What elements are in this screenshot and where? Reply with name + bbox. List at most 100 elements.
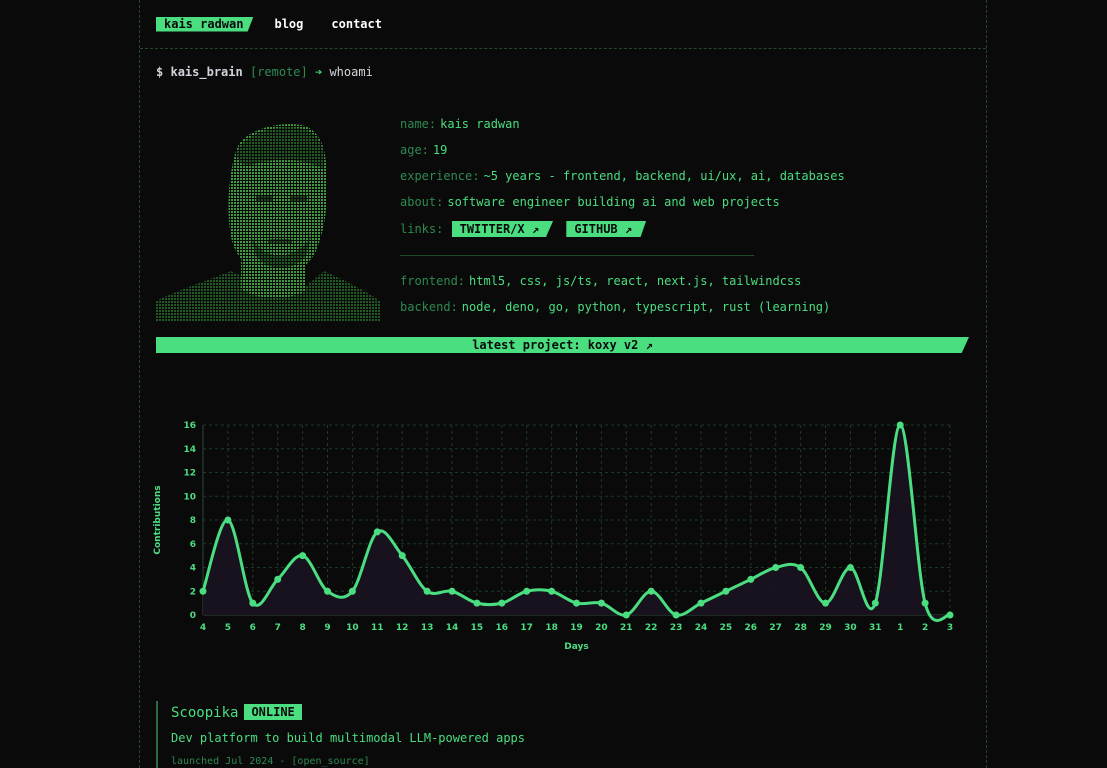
data-point [597,599,605,607]
x-tick-label: 13 [421,623,434,633]
x-tick-label: 16 [496,623,509,633]
project-description: Dev platform to build multimodal LLM-pow… [171,731,526,745]
x-tick-label: 3 [947,623,953,633]
y-tick-label: 8 [190,516,196,526]
x-tick-label: 14 [446,623,459,633]
x-tick-label: 2 [922,623,928,633]
prompt-symbol: $ [156,65,164,79]
x-tick-label: 9 [324,623,330,633]
info-links-row: links: TWITTER/X ↗ GITHUB ↗ [400,221,647,237]
nav-link-blog[interactable]: blog [274,17,303,31]
x-tick-label: 29 [819,623,832,633]
about-key: about: [400,195,444,209]
x-tick-label: 5 [225,623,231,633]
name-value: kais radwan [440,117,520,131]
x-tick-label: 8 [299,623,305,633]
x-tick-label: 22 [645,623,658,633]
data-point [822,599,829,607]
prompt-remote: [remote] [249,65,308,79]
data-point [921,599,929,607]
x-tick-label: 10 [346,623,359,633]
data-point [747,575,755,583]
x-tick-label: 17 [520,623,533,633]
name-key: name: [400,117,437,131]
arrow-icon: ➔ [314,65,323,79]
y-tick-label: 10 [183,492,196,502]
data-point [896,421,904,429]
x-tick-label: 4 [200,623,206,633]
ascii-portrait-image [156,124,380,321]
data-point [473,599,481,607]
x-tick-label: 15 [471,623,484,633]
y-tick-label: 16 [183,421,196,431]
backend-value: node, deno, go, python, typescript, rust… [461,300,831,314]
terminal-prompt: $ kais_brain [remote] ➔ whoami [156,65,373,79]
info-divider [400,255,754,256]
x-axis-label: Days [564,642,589,652]
x-tick-label: 27 [769,623,782,633]
data-point [448,587,456,595]
data-point [846,564,854,571]
x-tick-label: 1 [897,623,903,633]
about-value: software engineer building ai and web pr… [447,195,780,209]
data-point [348,587,356,595]
info-backend-row: backend: node, deno, go, python, typescri… [400,300,830,314]
brand-link[interactable]: kais radwan [156,16,254,32]
x-tick-label: 31 [869,623,882,633]
data-point [324,587,331,595]
twitter-link[interactable]: TWITTER/X ↗ [451,221,554,237]
y-tick-label: 0 [190,611,196,621]
data-point [573,599,580,607]
data-point [647,587,655,595]
frontend-key: frontend: [400,274,466,288]
x-tick-label: 23 [670,623,683,633]
info-age-row: age: 19 [400,143,447,157]
x-tick-label: 24 [695,623,708,633]
y-tick-label: 14 [183,445,196,455]
data-point [772,564,780,571]
github-link[interactable]: GITHUB ↗ [566,221,647,237]
data-point [672,611,680,619]
experience-value: ~5 years - frontend, backend, ui/ux, ai,… [483,169,845,183]
links-key: links: [400,222,444,236]
nav-divider [140,48,986,49]
nav-link-contact[interactable]: contact [331,17,382,31]
data-point [423,587,431,595]
project-name[interactable]: Scoopika [171,705,238,721]
y-axis-label: Contributions [153,485,163,554]
x-tick-label: 12 [396,623,409,633]
x-tick-label: 7 [275,623,281,633]
data-point [249,599,257,607]
y-tick-label: 4 [190,564,196,574]
data-point [498,599,506,607]
experience-key: experience: [400,169,480,183]
data-point [224,516,232,524]
data-point [548,587,556,595]
info-frontend-row: frontend: html5, css, js/ts, react, next.… [400,274,801,288]
info-name-row: name: kais radwan [400,117,520,131]
data-point [199,587,207,595]
data-point [946,611,954,619]
data-point [398,552,406,560]
data-point [373,528,381,536]
data-point [274,575,282,583]
y-tick-label: 12 [183,469,196,479]
info-experience-row: experience: ~5 years - frontend, backend,… [400,169,845,183]
data-point [697,599,705,607]
backend-key: backend: [400,300,458,314]
x-tick-label: 21 [620,623,633,633]
x-tick-label: 28 [794,623,807,633]
age-value: 19 [432,143,448,157]
data-point [523,587,531,595]
x-tick-label: 18 [545,623,558,633]
data-point [722,587,730,595]
contributions-chart: 02468101214164 5 6 7 8 9 10 11 12 13 14 15 16 17 18 19 2… [153,421,954,652]
data-point [797,564,805,571]
x-tick-label: 30 [844,623,857,633]
project-meta: launched Jul 2024 - [open_source] [171,756,370,767]
latest-project-banner[interactable]: latest project: koxy v2 ↗ [156,337,969,353]
status-badge: ONLINE [244,704,302,720]
data-point [622,611,630,619]
frontend-value: html5, css, js/ts, react, next.js, tailw… [469,274,802,288]
data-point [871,599,879,607]
